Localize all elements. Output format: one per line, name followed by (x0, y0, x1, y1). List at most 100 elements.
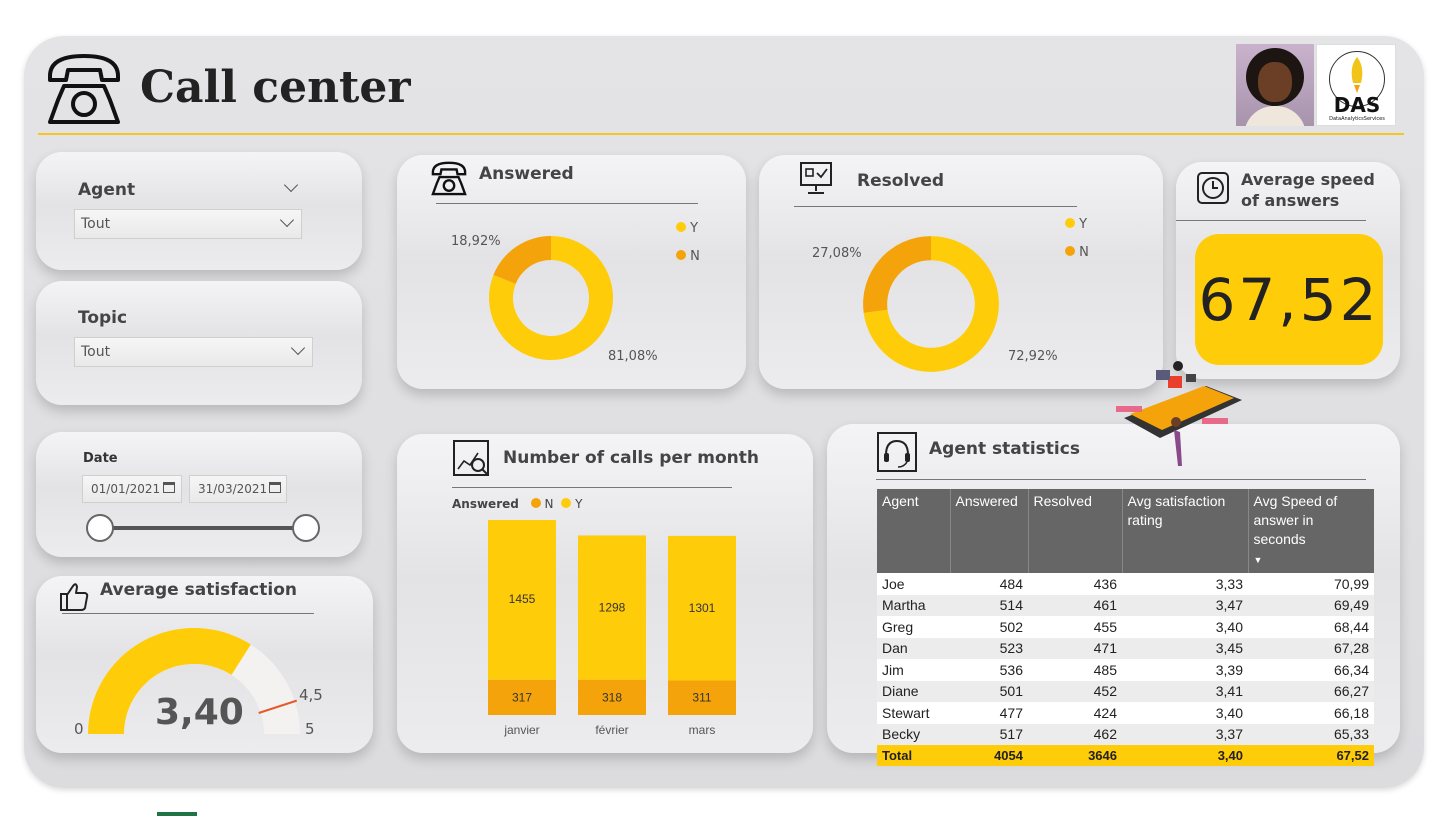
table-cell: Dan (877, 637, 950, 659)
table-cell: 68,44 (1248, 616, 1374, 638)
total-cell: Total (877, 745, 950, 766)
answered-label-y: 81,08% (608, 349, 658, 364)
table-cell: 66,18 (1248, 702, 1374, 724)
table-cell: 462 (1028, 723, 1122, 745)
total-cell: 3,40 (1122, 745, 1248, 766)
column-header-resolved[interactable]: Resolved (1028, 489, 1123, 573)
answered-legend-n: N (676, 249, 700, 264)
legend-label: N (690, 249, 700, 264)
x-tick-label: février (595, 723, 628, 737)
bar-data-label: 311 (692, 691, 711, 705)
thumbs-up-icon (60, 583, 89, 611)
topic-filter-label: Topic (78, 308, 128, 328)
table-cell: 66,34 (1248, 659, 1374, 681)
table-header-row: Agent Answered Resolved Avg satisfaction… (877, 489, 1374, 573)
bar-data-label: 317 (512, 690, 532, 704)
resolved-label-n: 27,08% (812, 246, 862, 261)
column-header-agent[interactable]: Agent (877, 489, 951, 573)
calls-per-month-underline (452, 487, 732, 488)
calls-legend: Answered N Y (452, 497, 582, 511)
table-row[interactable]: Dan 523 471 3,45 67,28 (877, 637, 1374, 659)
gauge-min-label: 0 (74, 720, 84, 738)
date-slider-track[interactable] (100, 526, 306, 530)
bar-data-label: 318 (602, 690, 622, 704)
column-header-speed-label: Avg Speed of answer in seconds (1253, 493, 1338, 547)
table-row[interactable]: Greg 502 455 3,40 68,44 (877, 616, 1374, 638)
avg-speed-title: Average speed of answers (1241, 170, 1375, 210)
table-row[interactable]: Stewart 477 424 3,40 66,18 (877, 702, 1374, 724)
table-cell: 70,99 (1248, 573, 1374, 595)
table-cell: Stewart (877, 702, 950, 724)
avg-speed-underline (1176, 220, 1366, 221)
table-row[interactable]: Jim 536 485 3,39 66,34 (877, 659, 1374, 681)
chart-analysis-icon (453, 440, 489, 476)
resolved-label-y: 72,92% (1008, 349, 1058, 364)
sort-descending-icon[interactable]: ▼ (1254, 555, 1263, 565)
table-cell: Greg (877, 616, 950, 638)
table-row[interactable]: Diane 501 452 3,41 66,27 (877, 680, 1374, 702)
date-slider-start-handle[interactable] (86, 514, 114, 542)
table-cell: 452 (1028, 680, 1122, 702)
donut-slice-N[interactable] (493, 236, 551, 284)
table-cell: 514 (950, 594, 1028, 616)
phone-illustration (1116, 361, 1242, 466)
resolved-underline (794, 206, 1077, 207)
table-cell: 502 (950, 616, 1028, 638)
x-tick-label: janvier (503, 723, 539, 737)
legend-label: Y (575, 497, 583, 511)
telephone-icon (431, 161, 467, 196)
legend-label: N (1079, 245, 1089, 260)
table-row[interactable]: Martha 514 461 3,47 69,49 (877, 594, 1374, 616)
topic-select-value: Tout (81, 344, 111, 360)
date-start-value: 01/01/2021 (91, 482, 161, 496)
resolved-legend-n: N (1065, 245, 1089, 260)
table-row[interactable]: Joe 484 436 3,33 70,99 (877, 573, 1374, 595)
topic-select[interactable]: Tout (74, 337, 313, 367)
calls-legend-title: Answered (452, 497, 519, 511)
avg-speed-value-box: 67,52 (1195, 234, 1383, 365)
table-cell: 517 (950, 723, 1028, 745)
rocket-icon (1351, 57, 1363, 93)
calls-bar-chart: 317 1455 janvier 318 1298 février 311 1301 mars (488, 520, 736, 737)
date-filter-label: Date (83, 451, 118, 466)
answered-label-n: 18,92% (451, 234, 501, 249)
resolved-title: Resolved (857, 171, 945, 191)
table-cell: Becky (877, 723, 950, 745)
donut-slice-N[interactable] (863, 236, 931, 313)
table-row[interactable]: Becky 517 462 3,37 65,33 (877, 723, 1374, 745)
bar-data-label: 1455 (509, 592, 536, 606)
table-total-row: Total 4054 3646 3,40 67,52 (877, 745, 1374, 766)
gauge-target-label: 4,5 (299, 686, 323, 704)
table-cell: 536 (950, 659, 1028, 681)
clock-icon (1197, 172, 1229, 204)
column-header-answered[interactable]: Answered (950, 489, 1029, 573)
agent-stats-table[interactable]: Agent Answered Resolved Avg satisfaction… (877, 489, 1374, 766)
resolved-donut-chart (863, 236, 999, 372)
table-cell: 3,41 (1122, 680, 1248, 702)
date-slider-end-handle[interactable] (292, 514, 320, 542)
legend-label: N (544, 497, 554, 511)
table-cell: 3,40 (1122, 616, 1248, 638)
answered-legend-y: Y (676, 221, 698, 236)
bar-data-label: 1298 (599, 601, 626, 615)
gauge-max-label: 5 (305, 720, 315, 738)
table-cell: 471 (1028, 637, 1122, 659)
column-header-satisfaction[interactable]: Avg satisfaction rating (1122, 489, 1249, 573)
calendar-icon[interactable] (163, 482, 175, 493)
calendar-icon[interactable] (269, 482, 281, 493)
satisfaction-title: Average satisfaction (100, 580, 297, 600)
table-cell: 455 (1028, 616, 1122, 638)
table-cell: Diane (877, 680, 950, 702)
table-cell: 65,33 (1248, 723, 1374, 745)
header-divider (38, 133, 1404, 135)
table-cell: 485 (1028, 659, 1122, 681)
legend-label: Y (690, 221, 699, 236)
das-logo: DAS DataAnalyticsServices (1316, 44, 1396, 126)
table-cell: 69,49 (1248, 594, 1374, 616)
column-header-speed[interactable]: Avg Speed of answer in seconds ▼ (1248, 489, 1374, 573)
page-tab-indicator[interactable] (157, 812, 197, 816)
table-cell: 461 (1028, 594, 1122, 616)
table-cell: 3,47 (1122, 594, 1248, 616)
answered-donut-chart (489, 236, 613, 360)
agent-select[interactable]: Tout (74, 209, 302, 239)
